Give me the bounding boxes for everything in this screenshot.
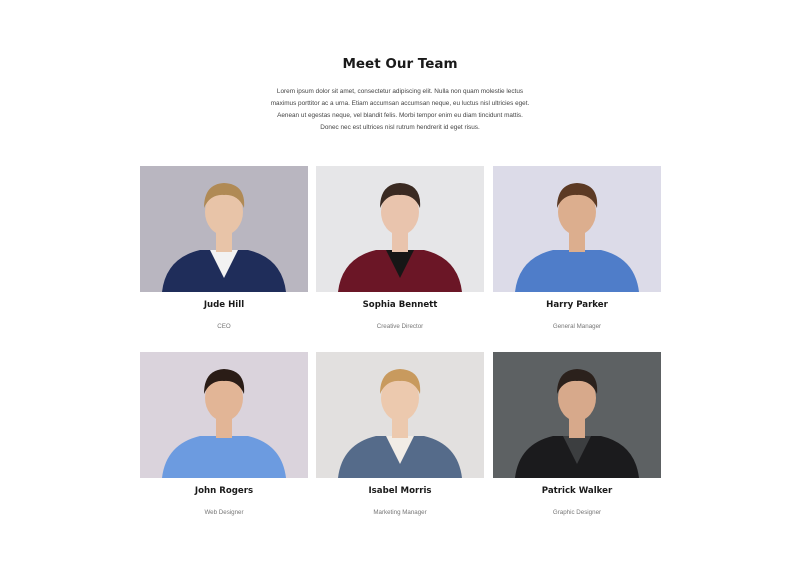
team-section: Meet Our Team Lorem ipsum dolor sit amet… (0, 0, 800, 580)
team-card[interactable]: Jude Hill CEO (140, 166, 308, 334)
member-role: Marketing Manager (373, 509, 427, 516)
member-role: Web Designer (204, 509, 244, 516)
intro-line: Aenean ut egestas neque, vel blandit fel… (277, 112, 523, 119)
member-role: Graphic Designer (552, 509, 602, 516)
member-photo[interactable] (316, 166, 484, 292)
member-name[interactable]: Isabel Morris (316, 484, 484, 498)
intro-line: Donec nec est ultrices nisl rutrum hendr… (320, 124, 480, 131)
team-card[interactable]: Patrick Walker Graphic Designer (493, 352, 661, 520)
member-name[interactable]: Patrick Walker (493, 484, 661, 498)
member-role: Creative Director (376, 323, 424, 330)
portrait-image (493, 166, 661, 292)
portrait-image (316, 166, 484, 292)
member-photo[interactable] (316, 352, 484, 478)
section-title: Meet Our Team (342, 56, 458, 72)
portrait-image (140, 352, 308, 478)
member-photo[interactable] (493, 352, 661, 478)
section-intro: Lorem ipsum dolor sit amet, consectetur … (260, 86, 540, 134)
member-name[interactable]: Sophia Bennett (316, 298, 484, 312)
portrait-image (316, 352, 484, 478)
member-photo[interactable] (140, 352, 308, 478)
team-card[interactable]: Sophia Bennett Creative Director (316, 166, 484, 334)
team-card[interactable]: Isabel Morris Marketing Manager (316, 352, 484, 520)
member-role: General Manager (552, 323, 602, 330)
member-name[interactable]: Harry Parker (493, 298, 661, 312)
portrait-image (140, 166, 308, 292)
team-card[interactable]: John Rogers Web Designer (140, 352, 308, 520)
portrait-image (493, 352, 661, 478)
team-card[interactable]: Harry Parker General Manager (493, 166, 661, 334)
member-photo[interactable] (493, 166, 661, 292)
intro-line: Lorem ipsum dolor sit amet, consectetur … (276, 88, 524, 95)
member-name[interactable]: Jude Hill (140, 298, 308, 312)
member-photo[interactable] (140, 166, 308, 292)
member-name[interactable]: John Rogers (140, 484, 308, 498)
member-role: CEO (217, 323, 231, 330)
intro-line: maximus porttitor ac a urna. Etiam accum… (270, 100, 530, 107)
